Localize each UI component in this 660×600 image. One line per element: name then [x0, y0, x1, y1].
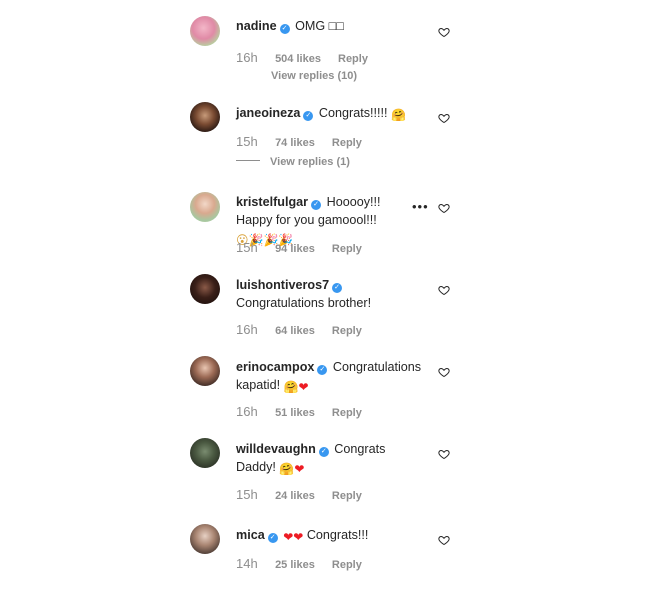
- username[interactable]: nadine: [236, 19, 277, 33]
- comment-text: Congrats!!!!!: [318, 106, 388, 120]
- username[interactable]: erinocampox: [236, 360, 314, 374]
- timestamp[interactable]: 15h: [236, 487, 272, 502]
- avatar[interactable]: [190, 274, 220, 304]
- comment-text: Congrats!!!: [306, 528, 369, 542]
- reply-button[interactable]: Reply: [332, 137, 362, 149]
- heart-outline-icon[interactable]: [438, 284, 450, 296]
- comment-meta: 16h 51 likes Reply: [236, 404, 362, 419]
- username[interactable]: kristelfulgar: [236, 195, 308, 209]
- likes-count[interactable]: 504 likes: [275, 53, 321, 65]
- verified-badge-icon: ✓: [303, 111, 314, 121]
- comment-body: janeoineza ✓ Congrats!!!!! 🤗: [236, 104, 426, 122]
- reply-button[interactable]: Reply: [332, 490, 362, 502]
- avatar[interactable]: [190, 16, 220, 46]
- comment-text: Congratulations brother!: [236, 296, 372, 310]
- likes-count[interactable]: 64 likes: [275, 325, 315, 337]
- heart-outline-icon[interactable]: [438, 26, 450, 38]
- comment-text: OMG □□: [295, 19, 344, 33]
- reply-button[interactable]: Reply: [338, 53, 368, 65]
- comment-meta: 14h 25 likes Reply: [236, 556, 362, 571]
- comment-body: mica ✓ ❤❤ Congrats!!!: [236, 526, 426, 544]
- likes-count[interactable]: 24 likes: [275, 490, 315, 502]
- emoji: 🤗: [391, 108, 406, 122]
- comment-meta: 15h 24 likes Reply: [236, 487, 362, 502]
- username[interactable]: mica: [236, 528, 265, 542]
- view-replies-link[interactable]: View replies (1): [236, 156, 350, 168]
- likes-count[interactable]: 74 likes: [275, 137, 315, 149]
- verified-badge-icon: ✓: [317, 365, 328, 375]
- comment-body: luishontiveros7 ✓ Congratulations brother…: [236, 276, 426, 312]
- comment-meta: 16h 504 likes Reply: [236, 50, 368, 65]
- likes-count[interactable]: 25 likes: [275, 559, 315, 571]
- view-replies-label: View replies (10): [271, 70, 358, 82]
- comment-meta: 16h 64 likes Reply: [236, 322, 362, 337]
- heart-outline-icon[interactable]: [438, 112, 450, 124]
- heart-outline-icon[interactable]: [438, 534, 450, 546]
- comment-body: nadine ✓ OMG □□: [236, 17, 426, 35]
- heart-outline-icon[interactable]: [438, 448, 450, 460]
- emoji: 🤗❤: [279, 462, 305, 476]
- heart-outline-icon[interactable]: [438, 202, 450, 214]
- comment-body: erinocampox ✓ Congratulations kapatid! 🤗❤: [236, 358, 426, 394]
- avatar[interactable]: [190, 438, 220, 468]
- more-options-icon[interactable]: •••: [412, 199, 429, 214]
- reply-button[interactable]: Reply: [332, 325, 362, 337]
- emoji: 🤗❤: [283, 380, 309, 394]
- heart-outline-icon[interactable]: [438, 366, 450, 378]
- timestamp[interactable]: 16h: [236, 322, 272, 337]
- timestamp[interactable]: 14h: [236, 556, 272, 571]
- verified-badge-icon: ✓: [311, 200, 322, 210]
- avatar[interactable]: [190, 356, 220, 386]
- verified-badge-icon: ✓: [332, 283, 343, 293]
- verified-badge-icon: ✓: [318, 447, 329, 457]
- timestamp[interactable]: 16h: [236, 404, 272, 419]
- username[interactable]: luishontiveros7: [236, 278, 329, 292]
- emoji: ❤❤: [283, 530, 304, 544]
- view-replies-link[interactable]: View replies (10): [271, 70, 357, 82]
- timestamp[interactable]: 16h: [236, 50, 272, 65]
- replies-divider: [236, 160, 260, 161]
- comment-meta: 15h 74 likes Reply: [236, 134, 362, 149]
- reply-button[interactable]: Reply: [332, 407, 362, 419]
- likes-count[interactable]: 94 likes: [275, 243, 315, 255]
- timestamp[interactable]: 15h: [236, 134, 272, 149]
- avatar[interactable]: [190, 524, 220, 554]
- verified-badge-icon: ✓: [267, 533, 278, 543]
- avatar[interactable]: [190, 102, 220, 132]
- username[interactable]: willdevaughn: [236, 442, 316, 456]
- avatar[interactable]: [190, 192, 220, 222]
- reply-button[interactable]: Reply: [332, 243, 362, 255]
- comment-body: kristelfulgar ✓ Hooooy!!! Happy for you g…: [236, 193, 416, 247]
- view-replies-label: View replies (1): [270, 156, 350, 168]
- comment-meta: 15h 94 likes Reply: [236, 240, 362, 255]
- reply-button[interactable]: Reply: [332, 559, 362, 571]
- comment-body: willdevaughn ✓ Congrats Daddy! 🤗❤: [236, 440, 426, 476]
- verified-badge-icon: ✓: [279, 24, 290, 34]
- timestamp[interactable]: 15h: [236, 240, 272, 255]
- username[interactable]: janeoineza: [236, 106, 300, 120]
- likes-count[interactable]: 51 likes: [275, 407, 315, 419]
